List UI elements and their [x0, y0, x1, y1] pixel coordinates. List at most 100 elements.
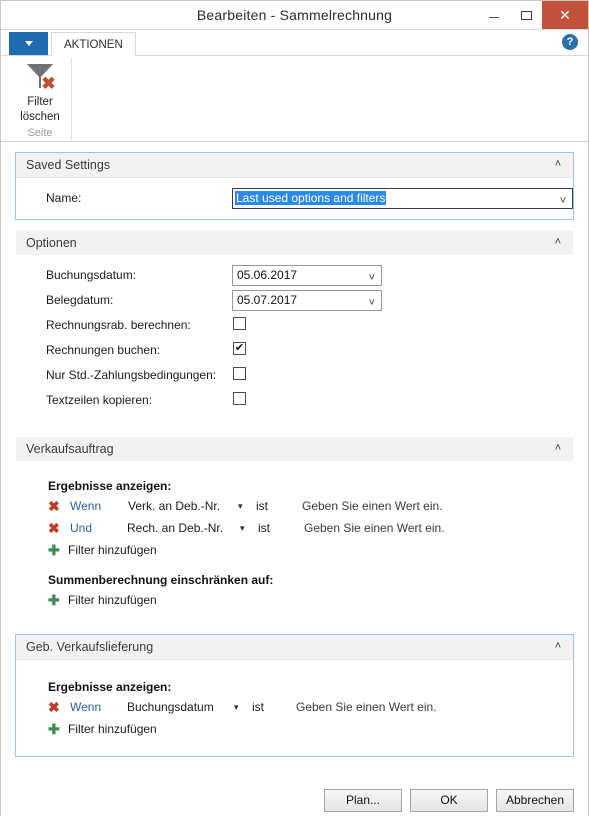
chevron-up-icon[interactable]: ˄: [553, 159, 563, 170]
name-combo-input[interactable]: Last used options and filters ˅: [232, 188, 573, 209]
help-icon[interactable]: ?: [562, 34, 578, 50]
window-controls: ✕: [478, 1, 588, 29]
panel-title-geb-verkaufslieferung: Geb. Verkaufslieferung: [26, 640, 154, 654]
chevron-down-icon: [24, 41, 33, 46]
maximize-icon: [520, 10, 532, 20]
maximize-button[interactable]: [510, 1, 542, 29]
add-filter-label[interactable]: Filter hinzufügen: [68, 539, 157, 561]
filter-row: ✖ Und Rech. an Deb.-Nr. ▾ ist Geben Sie …: [48, 517, 573, 539]
chevron-down-icon[interactable]: ˅: [369, 294, 375, 313]
filter-value-input[interactable]: Geben Sie einen Wert ein.: [304, 517, 445, 539]
clear-x-icon: ✖: [41, 74, 56, 93]
field-row-rechnungsrabatt: Rechnungsrab. berechnen:: [16, 313, 573, 338]
add-filter-icon[interactable]: ✚: [48, 539, 62, 561]
checkbox-std-zahlungsbedingungen[interactable]: [233, 367, 246, 380]
buchungsdatum-combo[interactable]: 05.06.2017 ˅: [232, 265, 382, 286]
filter-conjunction[interactable]: Wenn: [70, 495, 101, 517]
ok-button[interactable]: OK: [410, 789, 488, 812]
filter-row: ✖ Wenn Buchungsdatum ▾ ist Geben Sie ein…: [48, 696, 573, 718]
ribbon-group-label: Seite: [27, 127, 53, 139]
ribbon-body: ✖ Filter löschen Seite: [1, 56, 588, 141]
filter-clear-label-line2[interactable]: löschen: [9, 111, 71, 124]
add-filter-label[interactable]: Filter hinzufügen: [68, 718, 157, 740]
checkbox-rechnungsrabatt[interactable]: [233, 317, 246, 330]
dialog-window: Bearbeiten - Sammelrechnung ✕ AKTIONEN ?: [0, 0, 589, 826]
minimize-button[interactable]: [478, 1, 510, 29]
filter-clear-label-line1[interactable]: Filter: [9, 96, 71, 109]
add-filter-row[interactable]: ✚ Filter hinzufügen: [48, 718, 573, 740]
heading-ergebnisse-anzeigen: Ergebnisse anzeigen:: [48, 479, 172, 493]
panel-title-verkaufsauftrag: Verkaufsauftrag: [26, 442, 114, 456]
field-row-textzeilen-kopieren: Textzeilen kopieren:: [16, 388, 573, 413]
filter-field-name[interactable]: Buchungsdatum: [127, 696, 214, 718]
chevron-up-icon[interactable]: ˄: [553, 443, 563, 454]
field-row-belegdatum: Belegdatum: 05.07.2017 ˅: [16, 288, 573, 313]
dialog-content: Saved Settings ˄ Name: Last used options…: [1, 152, 588, 826]
remove-filter-icon[interactable]: ✖: [48, 497, 62, 515]
ribbon-group-seite: ✖ Filter löschen Seite: [9, 58, 72, 140]
filter-operator: ist: [258, 521, 270, 535]
filter-conjunction[interactable]: Wenn: [70, 696, 101, 718]
panel-header-geb-verkaufslieferung[interactable]: Geb. Verkaufslieferung ˄: [16, 635, 573, 660]
file-menu-button[interactable]: [9, 32, 48, 55]
filter-clear-icon[interactable]: ✖: [9, 64, 71, 94]
panel-header-saved-settings[interactable]: Saved Settings ˄: [16, 153, 573, 178]
add-filter-icon[interactable]: ✚: [48, 718, 62, 740]
chevron-down-icon[interactable]: ▾: [238, 495, 243, 517]
add-filter-label[interactable]: Filter hinzufügen: [68, 589, 157, 611]
dialog-footer: Plan... OK Abbrechen: [324, 789, 574, 812]
cancel-button[interactable]: Abbrechen: [496, 789, 574, 812]
panel-saved-settings: Saved Settings ˄ Name: Last used options…: [15, 152, 574, 220]
belegdatum-combo[interactable]: 05.07.2017 ˅: [232, 290, 382, 311]
buchungsdatum-value: 05.06.2017: [237, 268, 298, 282]
filter-field-name[interactable]: Verk. an Deb.-Nr.: [128, 495, 220, 517]
label-rechnungsrabatt: Rechnungsrab. berechnen:: [46, 318, 191, 332]
panel-title-optionen: Optionen: [26, 236, 77, 250]
label-textzeilen-kopieren: Textzeilen kopieren:: [46, 393, 153, 407]
panel-optionen: Optionen ˄ Buchungsdatum: 05.06.2017 ˅ B…: [15, 230, 574, 422]
close-icon: ✕: [559, 7, 571, 23]
field-row-std-zahlungsbedingungen: Nur Std.-Zahlungsbedingungen:: [16, 363, 573, 388]
panel-body-saved-settings: Name: Last used options and filters ˅: [16, 178, 573, 219]
filter-value-input[interactable]: Geben Sie einen Wert ein.: [302, 495, 443, 517]
filter-operator: ist: [256, 499, 268, 513]
checkbox-textzeilen-kopieren[interactable]: [233, 392, 246, 405]
panel-title-saved-settings: Saved Settings: [26, 158, 111, 172]
chevron-down-icon[interactable]: ▾: [234, 696, 239, 718]
panel-body-verkaufsauftrag: Ergebnisse anzeigen: ✖ Wenn Verk. an Deb…: [16, 461, 573, 619]
label-name: Name:: [46, 191, 82, 205]
panel-header-verkaufsauftrag[interactable]: Verkaufsauftrag ˄: [16, 437, 573, 461]
filter-row: ✖ Wenn Verk. an Deb.-Nr. ▾ ist Geben Sie…: [48, 495, 573, 517]
title-bar: Bearbeiten - Sammelrechnung ✕: [1, 1, 588, 30]
chevron-down-icon[interactable]: ˅: [369, 269, 375, 288]
heading-ergebnisse-anzeigen: Ergebnisse anzeigen:: [48, 680, 172, 694]
panel-header-optionen[interactable]: Optionen ˄: [16, 231, 573, 255]
checkbox-rechnungen-buchen[interactable]: ✔: [233, 342, 246, 355]
add-totals-filter-row[interactable]: ✚ Filter hinzufügen: [48, 589, 573, 611]
chevron-up-icon[interactable]: ˄: [553, 237, 563, 248]
field-row-buchungsdatum: Buchungsdatum: 05.06.2017 ˅: [16, 263, 573, 288]
chevron-up-icon[interactable]: ˄: [553, 641, 563, 652]
field-row-rechnungen-buchen: Rechnungen buchen: ✔: [16, 338, 573, 363]
remove-filter-icon[interactable]: ✖: [48, 519, 62, 537]
chevron-down-icon[interactable]: ˅: [560, 192, 566, 211]
filter-operator: ist: [252, 700, 264, 714]
chevron-down-icon[interactable]: ▾: [240, 517, 245, 539]
filter-field-name[interactable]: Rech. an Deb.-Nr.: [127, 517, 223, 539]
add-filter-row[interactable]: ✚ Filter hinzufügen: [48, 539, 573, 561]
add-filter-icon[interactable]: ✚: [48, 589, 62, 611]
tab-aktionen[interactable]: AKTIONEN: [51, 32, 136, 56]
close-button[interactable]: ✕: [542, 1, 588, 29]
name-combo-value: Last used options and filters: [235, 191, 387, 205]
minimize-icon: [489, 17, 499, 18]
field-row-name: Name: Last used options and filters ˅: [16, 186, 573, 211]
filter-conjunction[interactable]: Und: [70, 517, 92, 539]
panel-body-geb-verkaufslieferung: Ergebnisse anzeigen: ✖ Wenn Buchungsdatu…: [16, 660, 573, 756]
ribbon-tabstrip: AKTIONEN ?: [1, 30, 588, 56]
panel-body-optionen: Buchungsdatum: 05.06.2017 ˅ Belegdatum: …: [16, 255, 573, 421]
filter-value-input[interactable]: Geben Sie einen Wert ein.: [296, 696, 437, 718]
plan-button[interactable]: Plan...: [324, 789, 402, 812]
label-std-zahlungsbedingungen: Nur Std.-Zahlungsbedingungen:: [46, 368, 217, 382]
remove-filter-icon[interactable]: ✖: [48, 698, 62, 716]
label-rechnungen-buchen: Rechnungen buchen:: [46, 343, 161, 357]
